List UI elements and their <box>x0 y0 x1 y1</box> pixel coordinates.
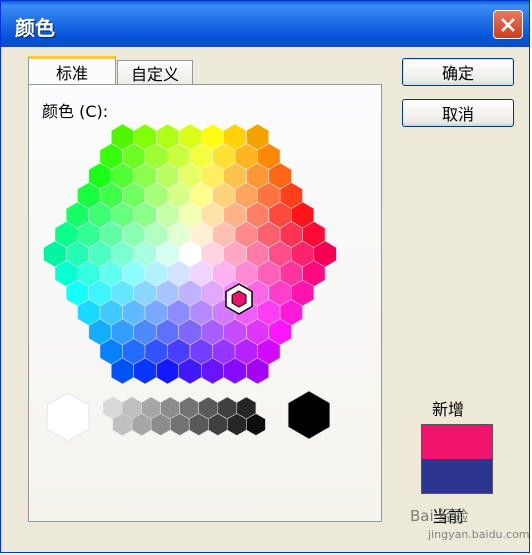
color-cell[interactable] <box>257 143 280 170</box>
tab-standard[interactable]: 标准 <box>28 56 116 84</box>
watermark-url: jingyan.baidu.com <box>428 528 530 541</box>
ok-button[interactable]: 确定 <box>402 58 514 86</box>
new-color-label: 新增 <box>432 400 465 419</box>
hexagon-color-grid <box>43 124 337 384</box>
color-cell[interactable] <box>100 221 123 248</box>
selected-color-cell[interactable] <box>231 290 247 308</box>
color-cell[interactable] <box>257 221 280 248</box>
color-cell[interactable] <box>100 143 123 170</box>
color-cell[interactable] <box>100 182 123 209</box>
white-color-cell[interactable] <box>46 392 90 442</box>
watermark-text: Bai 经验 <box>410 507 469 525</box>
color-cell[interactable] <box>179 124 201 150</box>
color-cell[interactable] <box>179 163 201 189</box>
grayscale-row <box>46 390 331 442</box>
color-preview <box>421 424 493 494</box>
current-color-swatch <box>422 459 492 493</box>
black-color-cell[interactable] <box>287 390 331 440</box>
new-color-swatch <box>422 425 492 459</box>
color-cell[interactable] <box>257 182 280 209</box>
cancel-button[interactable]: 取消 <box>402 99 514 127</box>
color-cell[interactable] <box>179 202 201 228</box>
